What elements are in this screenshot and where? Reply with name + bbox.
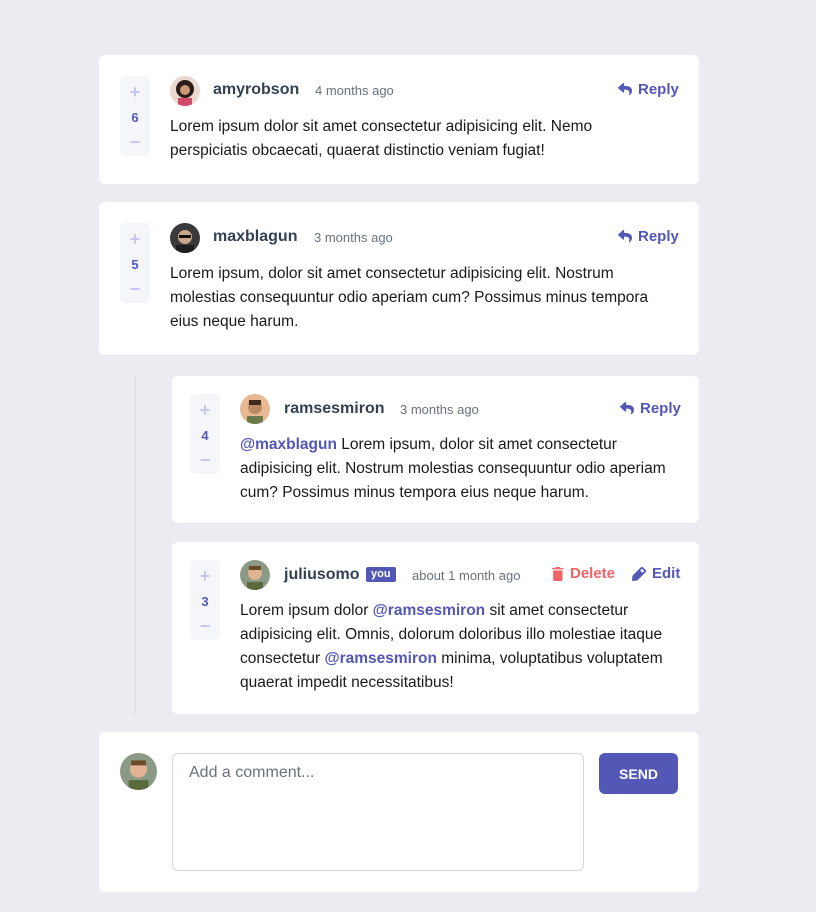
upvote-button[interactable]: + [200,401,211,419]
reply-text: @maxblagun Lorem ipsum, dolor sit amet c… [240,433,685,505]
comment-text: Lorem ipsum, dolor sit amet consectetur … [170,265,649,330]
vote-widget: + 5 − [120,223,150,303]
reply-icon [618,83,632,96]
mention-link[interactable]: @ramsesmiron [373,602,485,619]
delete-label: Delete [570,565,616,582]
comment-input[interactable] [172,753,584,871]
reply-text: Lorem ipsum dolor @ramsesmiron sit amet … [240,599,680,695]
reply-card: + 4 − ramsesmiron 3 months ago Reply @ma… [172,376,699,523]
vote-widget: + 4 − [190,394,220,474]
username[interactable]: juliusomo [284,566,360,584]
vote-score: 3 [201,593,209,609]
reply-label: Reply [638,228,679,245]
reply-icon [620,402,634,415]
upvote-button[interactable]: + [130,83,141,101]
vote-score: 5 [131,256,139,272]
reply-button[interactable]: Reply [618,228,679,245]
upvote-button[interactable]: + [200,567,211,585]
reply-card: + 3 − juliusomo you about 1 month ago De… [172,542,699,714]
trash-icon [552,566,564,581]
edit-button[interactable]: Edit [632,565,680,582]
vote-score: 4 [201,427,209,443]
vote-widget: + 3 − [190,560,220,640]
timestamp: 3 months ago [314,230,393,245]
reply-icon [618,230,632,243]
delete-button[interactable]: Delete [552,565,615,582]
reply-button[interactable]: Reply [618,81,679,98]
send-button[interactable]: SEND [599,753,678,794]
timestamp: about 1 month ago [412,568,521,583]
comment-card: + 5 − maxblagun 3 months ago Reply Lorem… [99,202,699,355]
reply-thread-line [134,376,136,714]
timestamp: 4 months ago [315,83,394,98]
downvote-button[interactable]: − [200,451,211,469]
comment-card: + 6 − amyrobson 4 months ago Reply Lorem… [99,55,699,184]
downvote-button[interactable]: − [200,617,211,635]
username[interactable]: ramsesmiron [284,400,385,418]
username[interactable]: maxblagun [213,228,297,246]
timestamp: 3 months ago [400,402,479,417]
avatar [170,223,200,253]
avatar [170,76,200,106]
vote-widget: + 6 − [120,76,150,156]
reply-label: Reply [638,81,679,98]
reply-label: Reply [640,400,681,417]
username[interactable]: amyrobson [213,81,299,99]
downvote-button[interactable]: − [130,133,141,151]
comment-text: Lorem ipsum dolor sit amet consectetur a… [170,118,593,159]
upvote-button[interactable]: + [130,230,141,248]
edit-label: Edit [652,565,681,582]
mention-link[interactable]: @ramsesmiron [324,650,436,667]
pencil-icon [632,566,646,581]
vote-score: 6 [131,109,139,125]
current-user-avatar [120,753,157,790]
reply-button[interactable]: Reply [620,400,681,417]
avatar [240,394,270,424]
mention-link[interactable]: @maxblagun [240,436,337,453]
downvote-button[interactable]: − [130,280,141,298]
avatar [240,560,270,590]
you-badge: you [366,567,396,582]
reply-body-part1: Lorem ipsum dolor [240,602,369,619]
